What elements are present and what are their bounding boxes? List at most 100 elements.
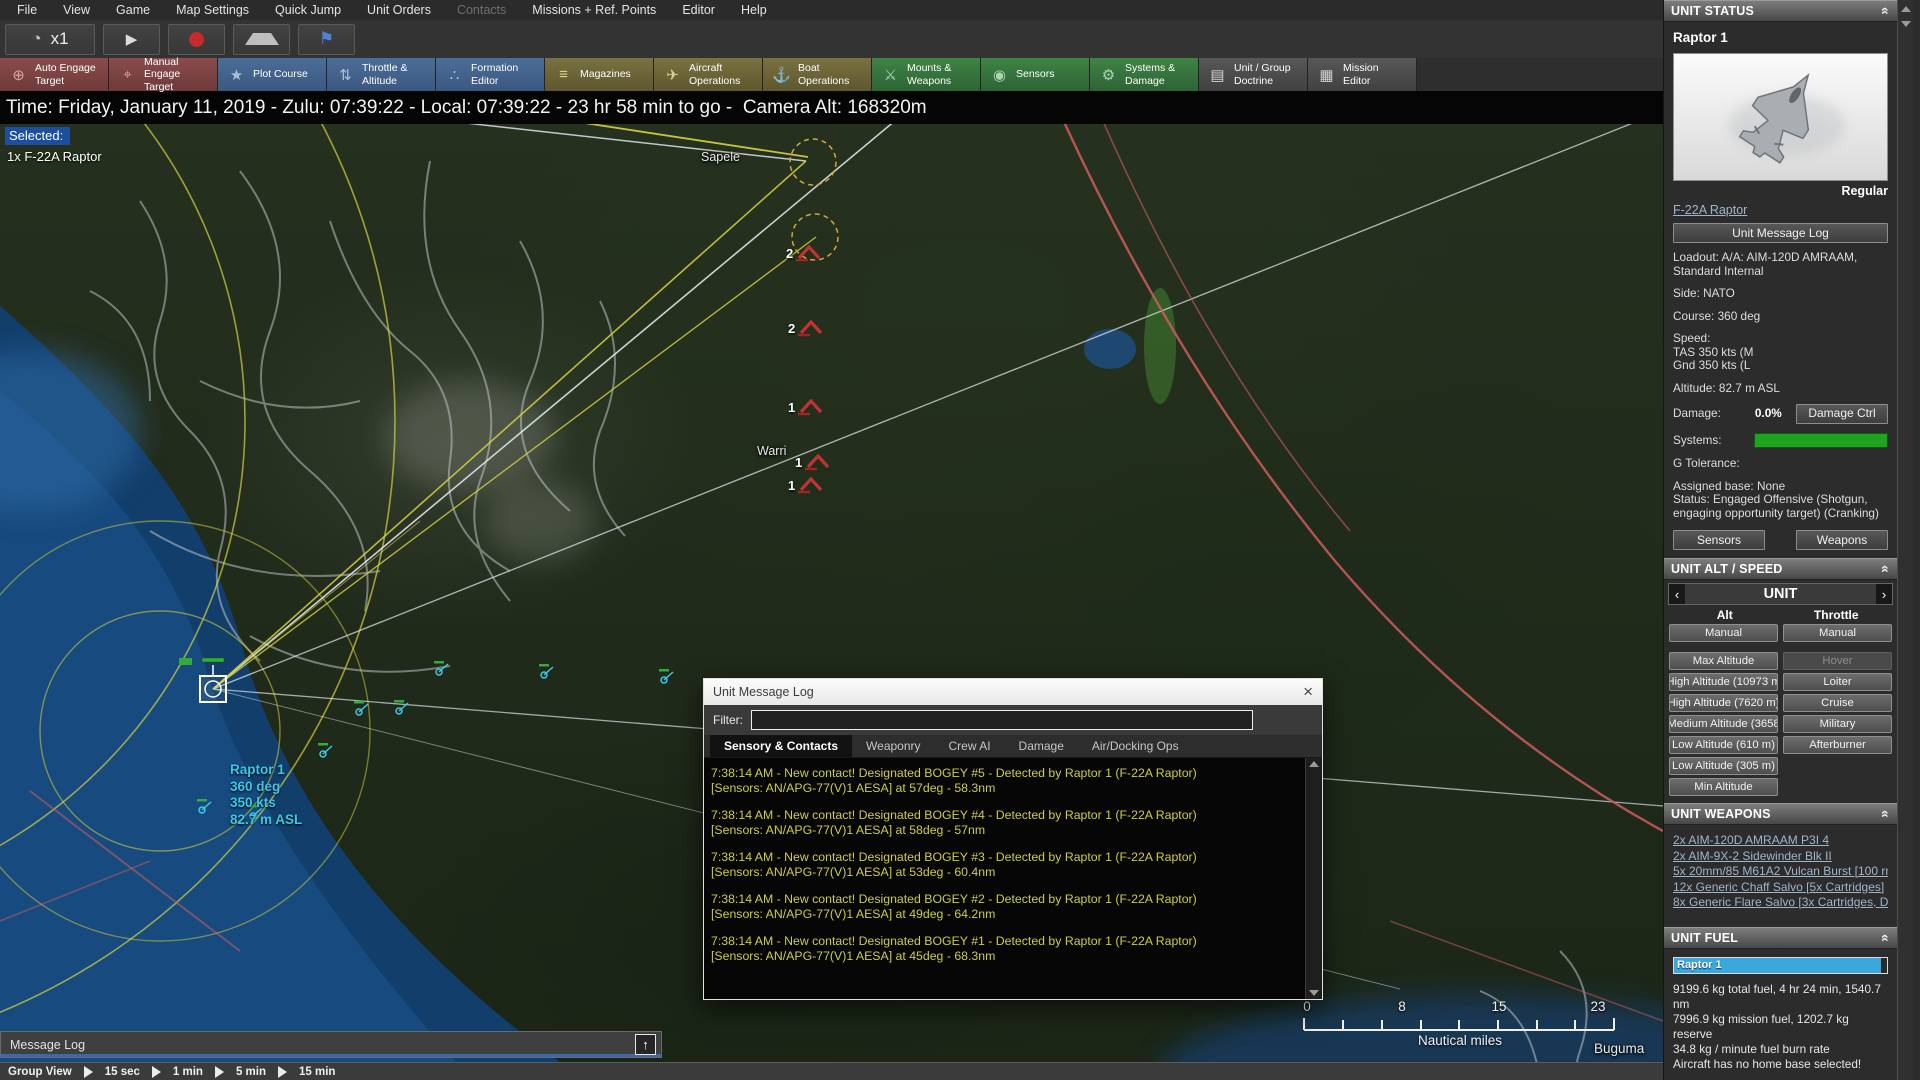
- unit-weapons-header[interactable]: UNIT WEAPONS «: [1664, 803, 1897, 825]
- menu-bar: File View Game Map Settings Quick Jump U…: [0, 0, 1667, 20]
- time-compression-button[interactable]: ◔ x1: [5, 23, 95, 55]
- menu-missions-ref-points[interactable]: Missions + Ref. Points: [519, 3, 669, 17]
- hostile-contact-marker[interactable]: 1: [795, 452, 834, 472]
- fuel-mission-text: 7996.9 kg mission fuel, 1202.7 kg reserv…: [1673, 1011, 1849, 1041]
- contact-count: 1: [795, 454, 803, 470]
- play-button[interactable]: ▶: [103, 23, 160, 55]
- unit-message-log-button[interactable]: Unit Message Log: [1673, 223, 1888, 243]
- menu-file[interactable]: File: [4, 3, 50, 17]
- scroll-up-icon[interactable]: [1309, 761, 1319, 767]
- magazines-button[interactable]: ≡ Magazines: [545, 58, 654, 91]
- aircraft-image: [1728, 73, 1845, 164]
- unit-class-link[interactable]: F-22A Raptor: [1673, 203, 1747, 217]
- message-log-bar[interactable]: Message Log ↑: [0, 1031, 662, 1058]
- interval-1min-button[interactable]: 1 min: [173, 1066, 203, 1078]
- alt-high-10973-button[interactable]: High Altitude (10973 m: [1669, 673, 1778, 691]
- menu-help[interactable]: Help: [728, 3, 780, 17]
- close-icon[interactable]: ×: [1293, 682, 1313, 702]
- weapon-link[interactable]: 8x Generic Flare Salvo [3x Cartridges, D…: [1673, 895, 1888, 911]
- scroll-down-icon[interactable]: [1900, 20, 1911, 27]
- menu-editor[interactable]: Editor: [669, 3, 728, 17]
- unit-fuel-header[interactable]: UNIT FUEL «: [1664, 926, 1897, 949]
- expand-log-button[interactable]: ↑: [635, 1034, 656, 1055]
- tab-crew-ai[interactable]: Crew AI: [935, 735, 1005, 757]
- sensors-button[interactable]: ◉ Sensors: [981, 58, 1090, 91]
- weapon-link[interactable]: 5x 20mm/85 M61A2 Vulcan Burst [100 rnds]: [1673, 864, 1888, 880]
- throttle-altitude-button[interactable]: ⇅ Throttle & Altitude: [327, 58, 436, 91]
- weapons-panel-button[interactable]: Weapons: [1796, 530, 1888, 550]
- mission-editor-button[interactable]: ▦ Mission Editor: [1308, 58, 1417, 91]
- damage-ctrl-button[interactable]: Damage Ctrl: [1796, 404, 1888, 424]
- systems-damage-button[interactable]: ⚙ Systems & Damage: [1090, 58, 1199, 91]
- speed-block: Speed: TAS 350 kts (M Gnd 350 kts (L: [1673, 331, 1754, 372]
- tab-air-docking-ops[interactable]: Air/Docking Ops: [1078, 735, 1193, 757]
- map-view-button[interactable]: [233, 23, 290, 55]
- button-label: Manual Engage Target: [144, 56, 181, 93]
- throttle-loiter-button[interactable]: Loiter: [1783, 673, 1892, 691]
- selected-label: Selected:: [5, 127, 71, 145]
- alt-manual-button[interactable]: Manual: [1669, 624, 1778, 642]
- boat-operations-button[interactable]: ⚓ Boat Operations: [763, 58, 872, 91]
- throttle-military-button[interactable]: Military: [1783, 715, 1892, 733]
- alt-high-7620-button[interactable]: High Altitude (7620 m): [1669, 694, 1778, 712]
- alt-medium-3658-button[interactable]: Medium Altitude (3658: [1669, 715, 1778, 733]
- map-scale-bar: 0 8 15 23 Nautical miles: [1303, 999, 1617, 1057]
- interval-5min-button[interactable]: 5 min: [236, 1066, 266, 1078]
- collapse-icon[interactable]: «: [1878, 934, 1894, 942]
- sidebar-scrollbar[interactable]: [1897, 0, 1913, 1080]
- right-sidebar: UNIT STATUS « Raptor 1 Regular F-22A Rap…: [1663, 0, 1920, 1080]
- collapse-icon[interactable]: «: [1878, 810, 1894, 818]
- filter-input[interactable]: [751, 710, 1253, 730]
- hostile-contact-marker[interactable]: 2: [788, 318, 827, 338]
- collapse-icon[interactable]: «: [1878, 7, 1894, 15]
- alt-min-button[interactable]: Min Altitude: [1669, 778, 1778, 796]
- scroll-down-icon[interactable]: [1309, 990, 1319, 996]
- unit-status-panel: Raptor 1 Regular F-22A Raptor Unit Messa…: [1664, 22, 1897, 550]
- prev-unit-icon[interactable]: ‹: [1669, 584, 1685, 604]
- unit-group-doctrine-button[interactable]: ▤ Unit / Group Doctrine: [1199, 58, 1308, 91]
- interval-15min-button[interactable]: 15 min: [299, 1066, 335, 1078]
- tab-sensory-contacts[interactable]: Sensory & Contacts: [710, 735, 853, 757]
- scale-caption: Nautical miles: [1417, 1033, 1503, 1048]
- collapse-icon[interactable]: «: [1878, 565, 1894, 573]
- mounts-weapons-button[interactable]: ⚔ Mounts & Weapons: [872, 58, 981, 91]
- group-view-toggle[interactable]: Group View: [8, 1066, 72, 1078]
- next-unit-icon[interactable]: ›: [1876, 584, 1892, 604]
- record-button[interactable]: [168, 23, 225, 55]
- fuel-total-text: 9199.6 kg total fuel, 4 hr 24 min, 1540.…: [1673, 981, 1881, 1011]
- throttle-manual-button[interactable]: Manual: [1783, 624, 1892, 642]
- hostile-contact-marker[interactable]: 1: [788, 475, 827, 495]
- scroll-up-icon[interactable]: [1900, 5, 1911, 12]
- weapon-link[interactable]: 2x AIM-9X-2 Sidewinder Blk II: [1673, 849, 1888, 865]
- auto-engage-target-button[interactable]: ⊕ Auto Engage Target: [0, 58, 109, 91]
- alt-low-305-button[interactable]: Low Altitude (305 m): [1669, 757, 1778, 775]
- menu-game[interactable]: Game: [103, 3, 163, 17]
- flag-button[interactable]: ⚑: [298, 23, 355, 55]
- tab-damage[interactable]: Damage: [1005, 735, 1078, 757]
- hostile-contact-marker[interactable]: 2: [786, 243, 825, 263]
- manual-engage-target-button[interactable]: ⌖ Manual Engage Target: [109, 56, 218, 93]
- menu-map-settings[interactable]: Map Settings: [163, 3, 262, 17]
- menu-unit-orders[interactable]: Unit Orders: [354, 3, 444, 17]
- aircraft-operations-button[interactable]: ✈ Aircraft Operations: [654, 58, 763, 91]
- throttle-hover-button: Hover: [1783, 652, 1892, 670]
- weapon-link[interactable]: 12x Generic Chaff Salvo [5x Cartridges]: [1673, 880, 1888, 896]
- throttle-cruise-button[interactable]: Cruise: [1783, 694, 1892, 712]
- unit-alt-speed-header[interactable]: UNIT ALT / SPEED «: [1664, 558, 1897, 580]
- menu-quick-jump[interactable]: Quick Jump: [262, 3, 354, 17]
- formation-editor-button[interactable]: ∴ Formation Editor: [436, 58, 545, 91]
- menu-view[interactable]: View: [50, 3, 103, 17]
- alt-max-button[interactable]: Max Altitude: [1669, 652, 1778, 670]
- message-scrollbar[interactable]: [1305, 758, 1322, 999]
- tab-weaponry[interactable]: Weaponry: [852, 735, 934, 757]
- alt-low-610-button[interactable]: Low Altitude (610 m): [1669, 736, 1778, 754]
- weapon-link[interactable]: 2x AIM-120D AMRAAM P3I 4: [1673, 833, 1888, 849]
- unit-status-header[interactable]: UNIT STATUS «: [1664, 0, 1897, 22]
- hostile-contact-marker[interactable]: 1: [788, 397, 827, 417]
- sensors-panel-button[interactable]: Sensors: [1673, 530, 1765, 550]
- plot-course-button[interactable]: ★ Plot Course: [218, 58, 327, 91]
- interval-15sec-button[interactable]: 15 sec: [105, 1066, 140, 1078]
- throttle-afterburner-button[interactable]: Afterburner: [1783, 736, 1892, 754]
- dialog-title-bar[interactable]: Unit Message Log ×: [704, 679, 1322, 705]
- menu-contacts: Contacts: [456, 3, 507, 17]
